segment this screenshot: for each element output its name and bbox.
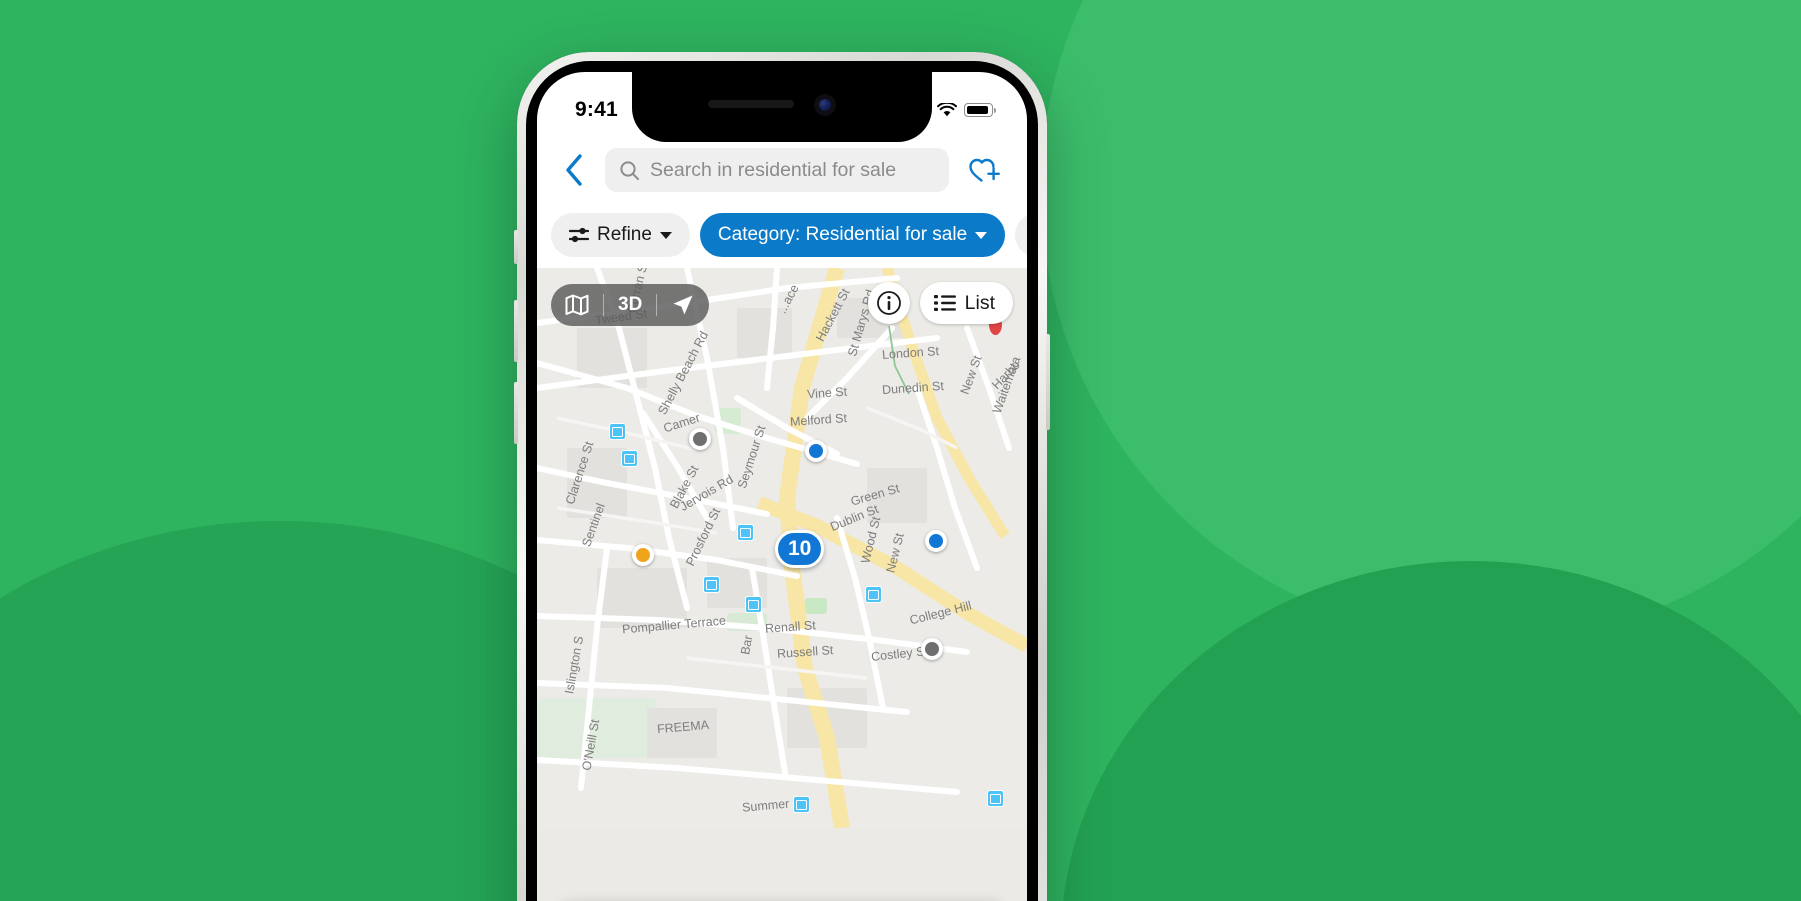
transit-marker[interactable] [703,576,720,593]
wifi-icon [937,102,957,116]
info-button[interactable] [867,282,910,324]
map-3d-label: 3D [618,294,643,315]
info-circle-icon [876,291,901,315]
battery-icon [964,103,996,117]
property-marker[interactable] [925,530,947,552]
filter-chips-row[interactable]: Refine Category: Residential for sale Lo… [537,202,1027,268]
search-placeholder: Search in residential for sale [650,158,897,181]
silent-switch[interactable] [514,230,518,264]
map-canvas[interactable]: Hackett St London St Dunedin St Vine St Melf… [537,268,1027,901]
status-bar: 9:41 [537,72,1027,134]
transit-marker[interactable] [621,450,638,467]
status-indicators [908,102,996,118]
cluster-marker[interactable]: 10 [775,530,825,568]
cellular-signal-icon [908,102,930,118]
property-marker[interactable] [805,440,827,462]
transit-marker[interactable] [793,796,810,813]
navigate-arrow-icon [673,295,693,315]
list-button-label: List [964,291,995,314]
search-header: Search in residential for sale [537,134,1027,206]
transit-marker[interactable] [987,790,1004,807]
list-view-button[interactable]: List [919,282,1013,324]
search-input[interactable]: Search in residential for sale [605,148,949,192]
phone-screen: 9:41 Search in residential for sale Refi… [537,72,1027,901]
property-marker[interactable] [689,428,711,450]
map-action-controls[interactable]: List [867,282,1013,324]
transit-marker[interactable] [745,596,762,613]
chip-category-label: Category: Residential for sale [717,224,968,245]
volume-up-button[interactable] [514,300,518,362]
back-chevron-icon [566,154,582,186]
status-time: 9:41 [575,98,618,121]
chip-refine[interactable]: Refine [551,213,690,257]
map-view-controls[interactable]: 3D [551,284,710,326]
power-button[interactable] [1046,334,1050,430]
chevron-down-icon [659,231,672,239]
sliders-icon [569,227,589,243]
transit-marker[interactable] [609,423,626,440]
property-marker[interactable] [632,544,654,566]
list-icon [933,295,956,311]
phone-mockup: 9:41 Search in residential for sale Refi… [514,52,1050,901]
chevron-down-icon [975,231,988,239]
heart-plus-icon [969,158,1000,182]
chip-location[interactable]: Location [1015,213,1027,257]
chip-category[interactable]: Category: Residential for sale [699,213,1006,257]
back-button[interactable] [557,150,591,190]
volume-down-button[interactable] [514,382,518,444]
locate-me-button[interactable] [657,284,709,326]
transit-marker[interactable] [737,524,754,541]
map-layers-button[interactable] [551,284,603,326]
map-layers-icon [565,294,589,316]
save-search-button[interactable] [963,149,1005,191]
search-icon [620,160,639,180]
property-marker[interactable] [921,638,943,660]
chip-refine-label: Refine [597,224,652,245]
map-3d-button[interactable]: 3D [604,284,656,326]
transit-marker[interactable] [865,586,882,603]
